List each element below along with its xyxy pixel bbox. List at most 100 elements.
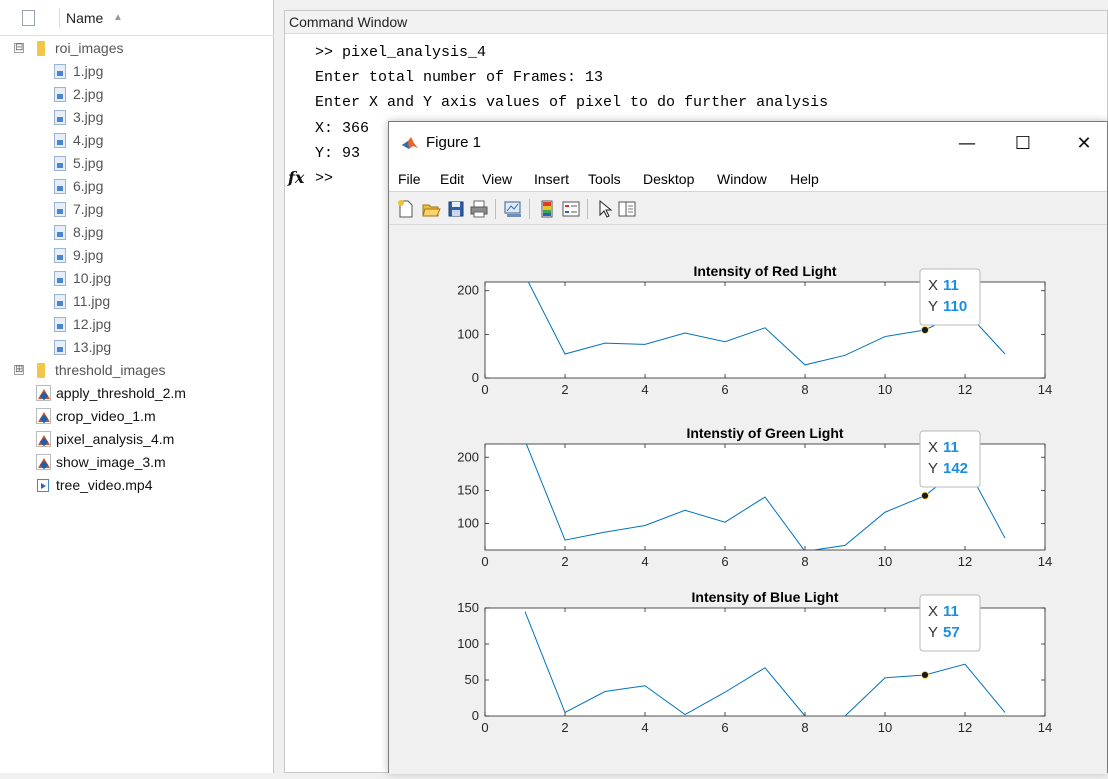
file-tree-item[interactable]: 5.jpg <box>0 152 274 175</box>
x-tick-label: 10 <box>878 720 892 735</box>
matlab-file-icon <box>36 408 51 424</box>
file-tree-item[interactable]: 8.jpg <box>0 221 274 244</box>
colorbar-icon[interactable] <box>537 199 557 219</box>
menu-window[interactable]: Window <box>717 171 767 187</box>
figure-toolbar <box>389 193 1107 225</box>
datatip-x-label: X <box>928 439 938 456</box>
name-column-header[interactable]: Name <box>66 10 103 26</box>
file-tree-item-label: 4.jpg <box>73 132 104 148</box>
file-tree-item[interactable]: 1.jpg <box>0 60 274 83</box>
datatip-marker[interactable] <box>921 671 929 679</box>
command-window-title: Command Window <box>285 11 1107 34</box>
file-tree-item[interactable]: crop_video_1.m <box>0 405 274 428</box>
file-tree-item[interactable]: 6.jpg <box>0 175 274 198</box>
file-tree-item[interactable]: show_image_3.m <box>0 451 274 474</box>
figure-titlebar[interactable]: Figure 1 — ☐ ✕ <box>389 122 1107 166</box>
menu-edit[interactable]: Edit <box>440 171 464 187</box>
file-tree-item[interactable]: 11.jpg <box>0 290 274 313</box>
toolbar-separator <box>495 199 496 219</box>
collapse-icon[interactable]: ⊟ <box>14 43 24 53</box>
menu-insert[interactable]: Insert <box>534 171 569 187</box>
print-icon[interactable] <box>469 199 489 219</box>
maximize-button[interactable]: ☐ <box>1001 128 1045 160</box>
file-tree-item[interactable]: 13.jpg <box>0 336 274 359</box>
x-tick-label: 14 <box>1038 382 1052 397</box>
x-tick-label: 10 <box>878 554 892 569</box>
save-icon[interactable] <box>446 199 466 219</box>
file-tree-item[interactable]: 9.jpg <box>0 244 274 267</box>
y-tick-label: 100 <box>457 636 479 651</box>
file-tree-item-label: threshold_images <box>55 362 166 378</box>
x-tick-label: 2 <box>561 554 568 569</box>
file-tree-item[interactable]: tree_video.mp4 <box>0 474 274 497</box>
file-tree-item[interactable]: 2.jpg <box>0 83 274 106</box>
new-figure-icon[interactable] <box>396 199 416 219</box>
chart-title: Intensity of Red Light <box>693 263 836 279</box>
x-tick-label: 8 <box>801 720 808 735</box>
file-tree-item-label: 7.jpg <box>73 201 104 217</box>
property-inspector-icon[interactable] <box>617 199 637 219</box>
file-tree-item[interactable]: 4.jpg <box>0 129 274 152</box>
file-tree-item[interactable]: pixel_analysis_4.m <box>0 428 274 451</box>
menu-desktop[interactable]: Desktop <box>643 171 694 187</box>
y-tick-label: 50 <box>465 672 479 687</box>
file-tree-item[interactable]: ⊞ threshold_images <box>0 359 274 382</box>
x-tick-label: 12 <box>958 720 972 735</box>
link-plot-icon[interactable] <box>503 199 523 219</box>
menu-file[interactable]: File <box>398 171 421 187</box>
expand-icon[interactable]: ⊞ <box>14 365 24 375</box>
file-tree-item[interactable]: 10.jpg <box>0 267 274 290</box>
function-browser-icon[interactable]: fx <box>288 168 304 187</box>
chart-title: Intenstiy of Green Light <box>686 425 843 441</box>
image-file-icon <box>54 271 66 286</box>
x-tick-label: 4 <box>641 382 648 397</box>
file-tree-item[interactable]: 3.jpg <box>0 106 274 129</box>
file-tree-item[interactable]: ⊟ roi_images <box>0 37 274 60</box>
file-tree-item-label: 2.jpg <box>73 86 104 102</box>
open-file-icon[interactable] <box>421 199 441 219</box>
datatip-marker[interactable] <box>921 326 929 334</box>
file-tree-item[interactable]: 12.jpg <box>0 313 274 336</box>
x-tick-label: 8 <box>801 382 808 397</box>
x-tick-label: 14 <box>1038 554 1052 569</box>
file-tree-item-label: 5.jpg <box>73 155 104 171</box>
command-line: Enter total number of Frames: 13 <box>315 69 604 86</box>
datatip-x-value: 11 <box>943 603 959 620</box>
close-button[interactable]: ✕ <box>1062 128 1106 160</box>
y-tick-label: 100 <box>457 516 479 531</box>
subplots-canvas[interactable]: Intensity of Red Light0 2 4 6 8 10 12 140100200… <box>389 226 1107 774</box>
menu-help[interactable]: Help <box>790 171 819 187</box>
x-tick-label: 12 <box>958 382 972 397</box>
datatip-x-label: X <box>928 277 938 294</box>
minimize-button[interactable]: — <box>945 128 989 160</box>
menu-tools[interactable]: Tools <box>588 171 621 187</box>
file-tree-item-label: 11.jpg <box>73 293 111 309</box>
x-tick-label: 4 <box>641 554 648 569</box>
datatip-marker[interactable] <box>921 491 929 500</box>
file-tree: ⊟ roi_images 1.jpg 2.jpg 3.jpg 4.jpg 5.jpg 6.jp… <box>0 37 274 497</box>
image-file-icon <box>54 64 66 79</box>
image-file-icon <box>54 179 66 194</box>
datatip-x-value: 11 <box>943 277 959 294</box>
figure-plot-area: Intensity of Red Light 0 2 4 6 8 10 12 14 0 100 200… <box>389 226 1107 774</box>
datatip-y-value: 110 <box>943 298 967 315</box>
legend-icon[interactable] <box>561 199 581 219</box>
menu-view[interactable]: View <box>482 171 512 187</box>
image-file-icon <box>54 317 66 332</box>
command-line: Y: 93 <box>315 145 361 162</box>
file-tree-item[interactable]: 7.jpg <box>0 198 274 221</box>
sort-ascending-icon[interactable]: ▲ <box>113 12 123 23</box>
command-prompt[interactable]: >> <box>315 170 333 187</box>
matlab-logo-icon <box>402 137 418 149</box>
pointer-icon[interactable] <box>595 199 615 219</box>
file-list-header[interactable]: Name ▲ <box>0 0 274 36</box>
chart-title: Intensity of Blue Light <box>692 589 839 605</box>
file-tree-item-label: roi_images <box>55 40 124 56</box>
x-tick-label: 2 <box>561 382 568 397</box>
x-tick-label: 0 <box>481 382 488 397</box>
folder-icon <box>37 363 45 378</box>
file-tree-item[interactable]: apply_threshold_2.m <box>0 382 274 405</box>
y-tick-label: 0 <box>472 370 479 385</box>
figure-menubar: File Edit View Insert Tools Desktop Wind… <box>389 166 1107 192</box>
command-line: Enter X and Y axis values of pixel to do… <box>315 94 829 111</box>
